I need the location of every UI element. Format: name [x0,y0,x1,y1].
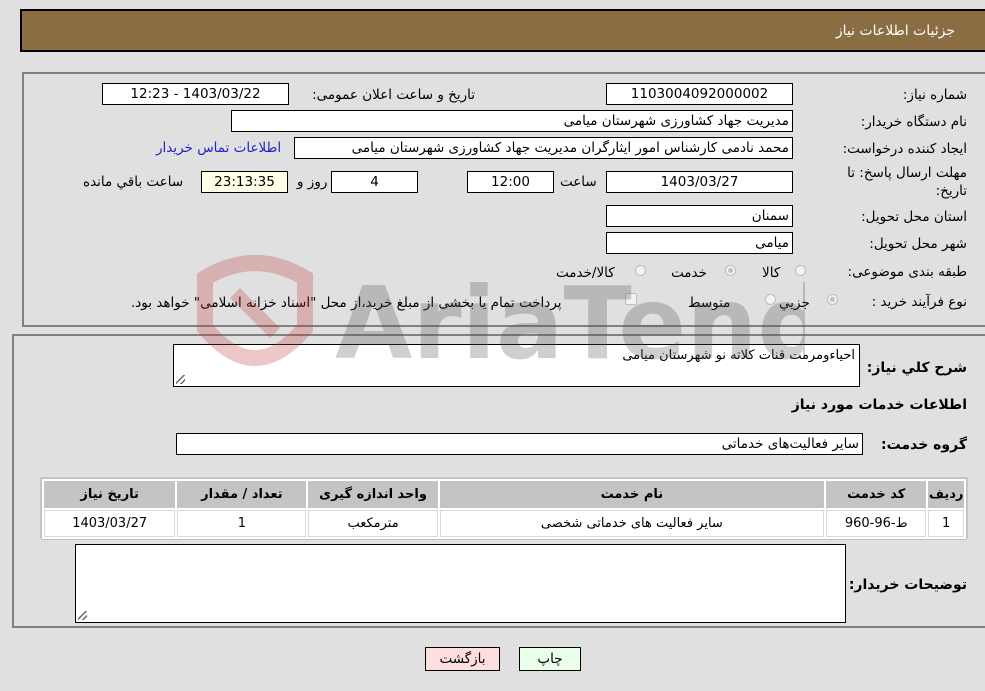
col-row-number: ردیف [928,481,964,508]
requester-label: ایجاد کننده درخواست: [842,141,967,157]
announce-datetime-field: 1403/03/22 - 12:23 [102,83,289,105]
cell-row-number: 1 [928,510,964,537]
purchase-type-radio-medium[interactable] [765,294,776,305]
cell-unit: مترمکعب [308,510,438,537]
purchase-type-label: نوع فرآیند خرید : [871,294,967,310]
deadline-label-line1: مهلت ارسال پاسخ: تا [847,165,967,181]
remaining-time-label: ساعت باقي مانده [83,174,184,190]
summary-label: شرح کلي نياز: [866,360,967,376]
col-unit: واحد اندازه گیری [308,481,438,508]
days-label: روز و [297,174,328,190]
deadline-time-label: ساعت [560,174,597,190]
treasury-checkbox[interactable] [625,293,637,305]
category-option-goods: کالا [762,265,781,281]
city-field: میامی [606,232,793,254]
deadline-label-line2: تاریخ: [935,183,967,199]
category-radio-goods[interactable] [795,265,806,276]
province-field: سمنان [606,205,793,227]
need-number-field: 1103004092000002 [606,83,793,105]
deadline-date-field: 1403/03/27 [606,171,793,193]
deadline-time-field: 12:00 [467,171,554,193]
print-button[interactable]: چاپ [519,647,581,671]
col-quantity: تعداد / مقدار [177,481,307,508]
cell-service-name: سایر فعالیت های خدماتی شخصی [439,510,825,537]
purchase-type-option-medium: متوسط [688,295,731,311]
buyer-contact-link[interactable]: اطلاعات تماس خریدار [156,140,281,156]
remaining-time-field: 23:13:35 [201,171,288,193]
cell-service-code: ط-96-960 [826,510,927,537]
buyer-notes-textarea[interactable] [75,544,846,623]
need-number-label: شماره نیاز: [902,87,967,103]
service-group-label: گروه خدمت: [881,437,967,453]
services-table: ردیف کد خدمت نام خدمت واحد اندازه گیری ت… [41,478,967,540]
page-header: جزئیات اطلاعات نیاز [20,9,985,52]
province-label: استان محل تحویل: [861,209,967,225]
back-button[interactable]: بازگشت [425,647,500,671]
services-table-container: ردیف کد خدمت نام خدمت واحد اندازه گیری ت… [40,477,968,540]
summary-text: احیاءومرمت قنات کلاته نو شهرستان میامی [622,348,855,363]
category-label: طبقه بندی موضوعی: [847,264,967,280]
resize-grip-icon[interactable] [78,611,87,620]
category-option-goods-service: کالا/خدمت [556,265,615,281]
requester-field: محمد نادمی کارشناس امور ایثارگران مدیریت… [294,137,793,159]
treasury-note: پرداخت تمام یا بخشی از مبلغ خرید،از محل … [131,295,562,311]
table-row: 1 ط-96-960 سایر فعالیت های خدماتی شخصی م… [44,510,964,537]
resize-grip-icon[interactable] [176,375,185,384]
remaining-days-field: 4 [331,171,418,193]
col-service-name: نام خدمت [439,481,825,508]
col-need-date: تاریخ نیاز [44,481,176,508]
buyer-org-label: نام دستگاه خریدار: [860,114,967,130]
category-radio-service[interactable] [725,265,736,276]
page-title: جزئیات اطلاعات نیاز [835,23,955,39]
cell-quantity: 1 [177,510,307,537]
buyer-notes-label: توضیحات خریدار: [848,577,967,593]
purchase-type-radio-minor[interactable] [827,294,838,305]
cell-need-date: 1403/03/27 [44,510,176,537]
summary-textarea[interactable]: احیاءومرمت قنات کلاته نو شهرستان میامی [173,344,860,387]
announce-datetime-label: تاریخ و ساعت اعلان عمومی: [312,87,475,103]
service-group-field: سایر فعالیت‌های خدماتی [176,433,863,455]
category-option-service: خدمت [671,265,707,281]
city-label: شهر محل تحویل: [869,236,967,252]
table-header-row: ردیف کد خدمت نام خدمت واحد اندازه گیری ت… [44,481,964,508]
purchase-type-option-minor: جزيي [779,295,810,311]
buyer-org-field: مدیریت جهاد کشاورزی شهرستان میامی [231,110,793,132]
col-service-code: کد خدمت [826,481,927,508]
category-radio-goods-service[interactable] [635,265,646,276]
services-info-title: اطلاعات خدمات مورد نیاز [791,397,967,413]
